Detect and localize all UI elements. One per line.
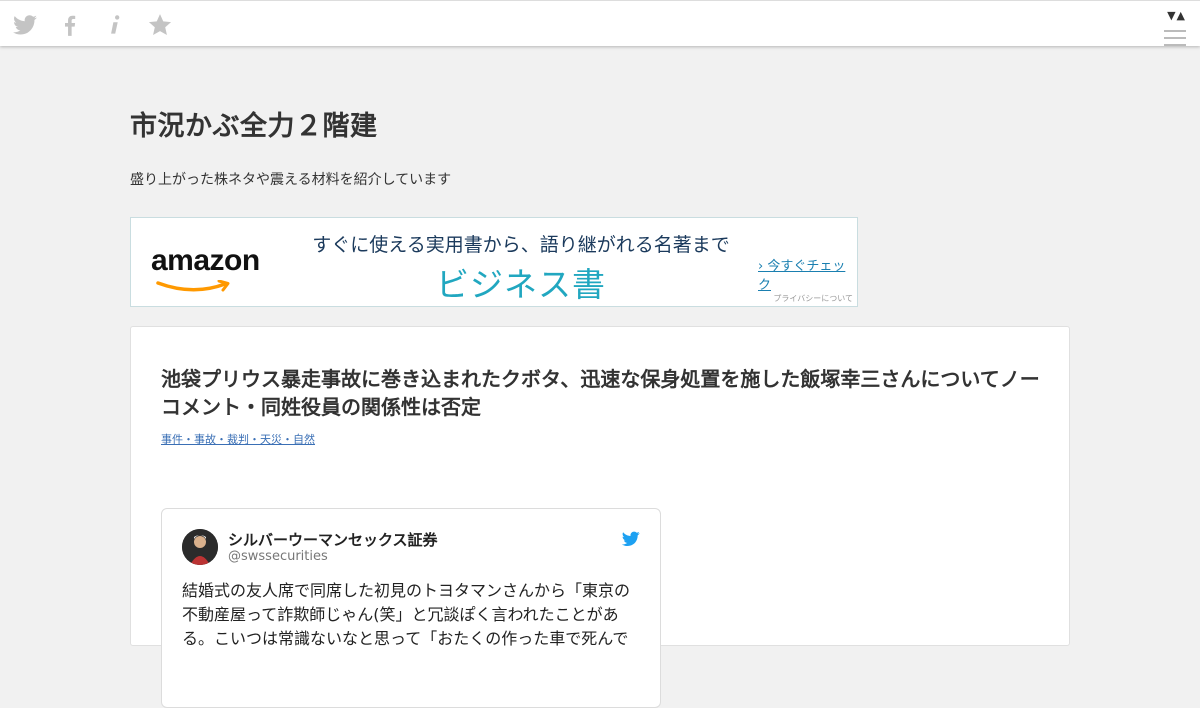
article-card: 池袋プリウス暴走事故に巻き込まれたクボタ、迅速な保身処置を施した飯塚幸三さんにつ… xyxy=(130,326,1070,708)
twitter-icon[interactable] xyxy=(12,12,38,38)
amazon-logo-text: amazon xyxy=(151,244,260,277)
tweet-text: 結婚式の友人席で同席した初見のトヨタマンさんから「東京の不動産屋って詐欺師じゃん… xyxy=(182,581,631,648)
scroll-arrows[interactable]: ▼▲ xyxy=(1167,9,1186,23)
article-categories: 事件・事故・裁判・天災・自然 xyxy=(161,431,315,447)
menu-icon[interactable] xyxy=(1164,30,1186,46)
category-link[interactable]: 事件・事故・裁判・天災・自然 xyxy=(161,433,315,446)
amazon-logo: amazon xyxy=(151,244,260,292)
amazon-ad-banner[interactable]: amazon すぐに使える実用書から、語り継がれる名著まで ビジネス書 › 今す… xyxy=(130,217,858,307)
info-icon[interactable] xyxy=(102,12,128,38)
ad-headline: ビジネス書 xyxy=(436,265,606,304)
ad-tagline: すぐに使える実用書から、語り継がれる名著まで xyxy=(312,234,730,256)
twitter-bird-icon[interactable] xyxy=(622,531,640,547)
tweet-author-name[interactable]: シルバーウーマンセックス証券 xyxy=(228,529,438,550)
site-description: 盛り上がった株ネタや震える材料を紹介しています xyxy=(130,172,452,188)
top-bar: ▼▲ xyxy=(0,0,1200,46)
avatar-image xyxy=(182,529,218,565)
facebook-icon[interactable] xyxy=(57,12,83,38)
site-title[interactable]: 市況かぶ全力２階建 xyxy=(130,104,378,143)
ad-cta-link[interactable]: › 今すぐチェック xyxy=(758,255,857,293)
ad-privacy-link[interactable]: プライバシーについて xyxy=(773,293,853,304)
avatar[interactable] xyxy=(182,529,218,565)
tweet-author-handle[interactable]: @swssecurities xyxy=(228,549,328,564)
amazon-smile-icon xyxy=(156,280,230,292)
star-icon[interactable] xyxy=(147,12,173,38)
article-title[interactable]: 池袋プリウス暴走事故に巻き込まれたクボタ、迅速な保身処置を施した飯塚幸三さんにつ… xyxy=(161,365,1051,421)
embedded-tweet[interactable]: シルバーウーマンセックス証券 @swssecurities 結婚式の友人席で同席… xyxy=(161,508,661,708)
